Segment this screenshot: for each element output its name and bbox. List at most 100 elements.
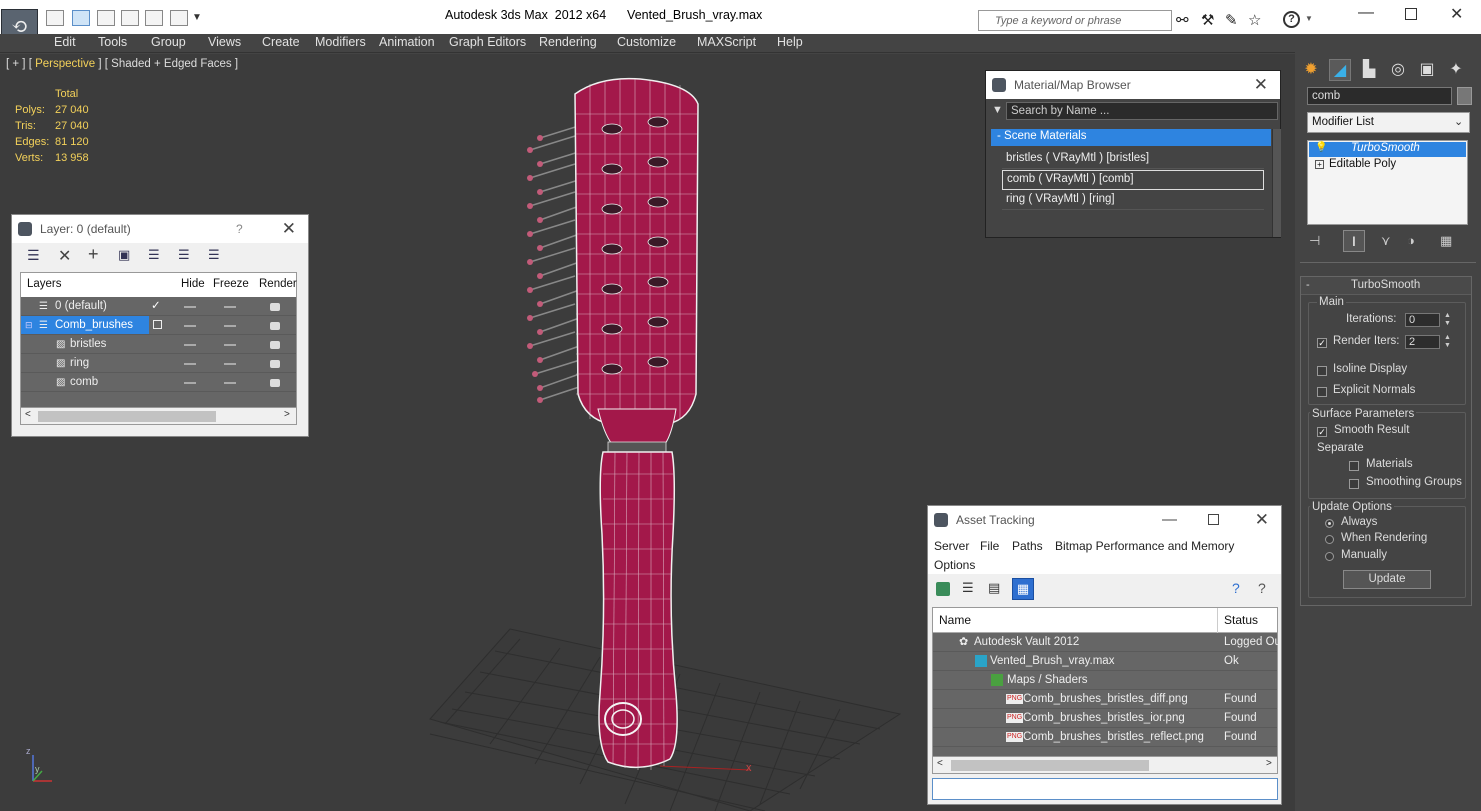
layer-row[interactable]: ⊟ ☰ Comb_brushes: [21, 316, 296, 335]
close-icon[interactable]: ✕: [282, 215, 296, 243]
motion-tab-icon[interactable]: ◎: [1387, 59, 1409, 81]
create-tab-icon[interactable]: ✹: [1300, 59, 1322, 81]
star-icon[interactable]: ☆: [1248, 11, 1261, 29]
horizontal-scrollbar[interactable]: < >: [21, 407, 296, 424]
make-unique-icon[interactable]: ⋎: [1381, 233, 1391, 249]
add-icon[interactable]: +: [88, 244, 99, 265]
maximize-icon[interactable]: [1208, 514, 1219, 525]
wrench-icon[interactable]: ⚒: [1201, 11, 1214, 29]
collapse-icon[interactable]: -: [1306, 279, 1310, 291]
detail-view-icon[interactable]: ▤: [988, 580, 1000, 596]
layer-row[interactable]: ▨ bristles: [21, 335, 296, 354]
horizontal-scrollbar[interactable]: < >: [933, 756, 1277, 773]
help-context-icon[interactable]: ?: [1258, 580, 1266, 596]
stack-item-turbosmooth[interactable]: 💡 TurboSmooth: [1309, 142, 1466, 157]
smooth-result-checkbox[interactable]: ✓: [1317, 427, 1327, 437]
smoothing-groups-checkbox[interactable]: [1349, 479, 1359, 489]
maximize-icon[interactable]: [1405, 8, 1417, 20]
collapse-icon[interactable]: ⊟: [25, 316, 33, 335]
asset-row[interactable]: Vented_Brush_vray.max Ok: [933, 652, 1277, 671]
col-render[interactable]: Render: [259, 278, 297, 290]
help-icon[interactable]: ?: [1232, 580, 1240, 596]
asset-row[interactable]: PNG Comb_brushes_bristles_diff.png Found: [933, 690, 1277, 709]
render-iters-spinner[interactable]: 2: [1405, 335, 1440, 349]
scroll-thumb[interactable]: [38, 411, 216, 422]
scroll-left-icon[interactable]: <: [937, 758, 943, 769]
lightbulb-icon[interactable]: 💡: [1315, 142, 1327, 153]
col-status[interactable]: Status: [1224, 613, 1258, 627]
when-rendering-radio[interactable]: [1325, 535, 1334, 544]
menu-edit[interactable]: Edit: [54, 35, 76, 49]
spinner-arrows-icon[interactable]: ▲ ▼: [1444, 334, 1451, 350]
menu-file[interactable]: File: [980, 539, 999, 553]
minimize-icon[interactable]: —: [1162, 506, 1177, 534]
render-icon[interactable]: [270, 303, 280, 311]
display-tab-icon[interactable]: ▣: [1416, 59, 1438, 81]
close-icon[interactable]: ✕: [1255, 506, 1269, 534]
isoline-display-checkbox[interactable]: [1317, 366, 1327, 376]
open-icon[interactable]: [46, 10, 64, 26]
render-icon[interactable]: [270, 341, 280, 349]
hold-icon[interactable]: [121, 10, 139, 26]
viewport-label[interactable]: [ + ] [ Perspective ] [ Shaded + Edged F…: [6, 58, 238, 70]
help-button[interactable]: ?: [236, 215, 243, 243]
material-item-selected[interactable]: comb ( VRayMtl ) [comb]: [1002, 170, 1264, 190]
vertical-scrollbar[interactable]: [1272, 129, 1281, 237]
layer-icon[interactable]: ☰: [27, 247, 40, 264]
options-dropdown-icon[interactable]: ▼: [992, 104, 1003, 116]
asset-row[interactable]: PNG Comb_brushes_bristles_reflect.png Fo…: [933, 728, 1277, 747]
help-icon[interactable]: ?: [1283, 11, 1300, 28]
menu-customize[interactable]: Customize: [617, 35, 676, 49]
object-name-input[interactable]: comb: [1307, 87, 1452, 105]
scene-materials-header[interactable]: - Scene Materials: [991, 129, 1271, 146]
layer-row[interactable]: ▨ ring: [21, 354, 296, 373]
menu-tools[interactable]: Tools: [98, 35, 127, 49]
menu-bitmap-performance[interactable]: Bitmap Performance and Memory: [1055, 539, 1234, 553]
window-icon[interactable]: [145, 10, 163, 26]
list-view-icon[interactable]: ☰: [962, 580, 974, 596]
pin-stack-icon[interactable]: ⊣: [1309, 233, 1320, 249]
menu-graph-editors[interactable]: Graph Editors: [449, 35, 526, 49]
material-browser-title-bar[interactable]: Material/Map Browser ✕: [986, 71, 1280, 99]
save-icon[interactable]: [72, 10, 90, 26]
material-search-input[interactable]: Search by Name ...: [1006, 102, 1278, 120]
stack-item-editable-poly[interactable]: + Editable Poly: [1309, 158, 1466, 173]
col-hide[interactable]: Hide: [181, 278, 205, 290]
asset-tracking-title-bar[interactable]: Asset Tracking — ✕: [928, 506, 1281, 534]
render-iters-checkbox[interactable]: ✓: [1317, 338, 1327, 348]
render-icon[interactable]: [270, 322, 280, 330]
show-end-result-icon[interactable]: I: [1343, 230, 1365, 252]
always-radio[interactable]: [1325, 519, 1334, 528]
layer-row[interactable]: ☰ 0 (default) ✓: [21, 297, 296, 316]
menu-maxscript[interactable]: MAXScript: [697, 35, 756, 49]
current-layer-box-icon[interactable]: [153, 320, 162, 329]
rollout-header[interactable]: - TurboSmooth: [1301, 277, 1471, 295]
menu-create[interactable]: Create: [262, 35, 300, 49]
close-icon[interactable]: ✕: [1450, 4, 1463, 24]
col-layers[interactable]: Layers: [27, 278, 62, 290]
binoculars-icon[interactable]: ⚯: [1176, 11, 1189, 29]
scroll-right-icon[interactable]: >: [1266, 758, 1272, 769]
render-icon[interactable]: [270, 379, 280, 387]
col-name[interactable]: Name: [939, 613, 971, 627]
menu-group[interactable]: Group: [151, 35, 186, 49]
scroll-right-icon[interactable]: >: [284, 409, 290, 420]
search-input[interactable]: Type a keyword or phrase: [978, 10, 1172, 31]
menu-options[interactable]: Options: [934, 558, 975, 572]
menu-paths[interactable]: Paths: [1012, 539, 1043, 553]
configure-sets-icon[interactable]: ▦: [1440, 233, 1452, 249]
help-dropdown-icon[interactable]: ▼: [1305, 14, 1313, 23]
table-view-icon[interactable]: ▦: [1012, 578, 1034, 600]
menu-modifiers[interactable]: Modifiers: [315, 35, 366, 49]
asset-row[interactable]: Maps / Shaders: [933, 671, 1277, 690]
select-objects-icon[interactable]: ▣: [118, 247, 130, 263]
close-icon[interactable]: ✕: [1254, 71, 1268, 99]
magic-wand-icon[interactable]: ✎: [1225, 11, 1238, 29]
checkmark-icon[interactable]: ✓: [151, 297, 161, 316]
spinner-arrows-icon[interactable]: ▲ ▼: [1444, 312, 1451, 328]
asset-row[interactable]: PNG Comb_brushes_bristles_ior.png Found: [933, 709, 1277, 728]
asset-row[interactable]: ✿ Autodesk Vault 2012 Logged Ou: [933, 633, 1278, 652]
minimize-icon[interactable]: —: [1358, 4, 1374, 22]
modify-tab-icon[interactable]: ◢: [1329, 59, 1351, 81]
col-freeze[interactable]: Freeze: [213, 278, 249, 290]
